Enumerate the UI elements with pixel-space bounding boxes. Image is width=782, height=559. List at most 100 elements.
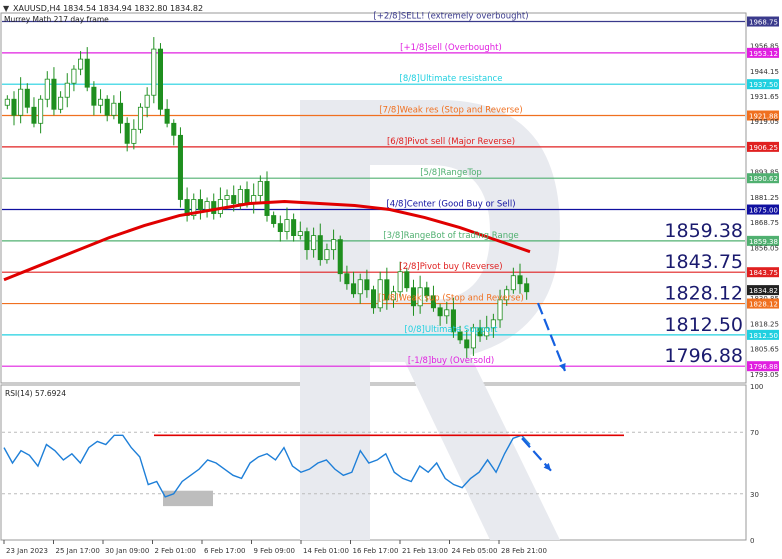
candle — [137, 106, 144, 130]
candle — [18, 88, 24, 116]
candle — [131, 128, 137, 144]
candle — [404, 271, 410, 289]
candle — [71, 68, 77, 84]
rsi-tick-label: 30 — [750, 491, 759, 499]
candle — [304, 231, 310, 251]
candle — [51, 78, 57, 110]
rsi-tick-label: 0 — [750, 537, 754, 545]
candle — [291, 219, 297, 237]
candle — [517, 275, 523, 285]
candle — [117, 102, 124, 124]
candle — [331, 239, 337, 251]
candle — [311, 235, 317, 251]
time-tick-label: 16 Feb 17:00 — [353, 547, 399, 555]
time-tick-label: 30 Jan 09:00 — [105, 547, 149, 555]
candle — [357, 279, 363, 295]
candle — [317, 235, 323, 261]
murrey-level-label: [2/8]Pivot buy (Reverse) — [399, 262, 502, 272]
candle — [364, 279, 370, 291]
chart-root: [+2/8]SELL! (extremely overbought) [+1/8]… — [0, 4, 779, 555]
candle — [324, 249, 330, 261]
candle — [217, 199, 223, 214]
rsi-panel-frame — [0, 384, 747, 541]
candle — [144, 94, 150, 108]
candle — [157, 48, 163, 110]
dropdown-triangle-icon[interactable]: ▼ — [3, 4, 10, 13]
candle — [231, 195, 237, 204]
price-tick-label: 1793.05 — [750, 371, 779, 379]
price-tick-label: 1890.62 — [749, 175, 778, 183]
time-tick-label: 28 Feb 21:00 — [501, 547, 547, 555]
chart-symbol-line: XAUUSD,H4 1834.54 1834.94 1832.80 1834.8… — [13, 4, 203, 13]
candle — [444, 309, 450, 317]
rsi-tick-label: 70 — [750, 429, 759, 437]
murrey-level-label: [+2/8]SELL! (extremely overbought) — [373, 12, 528, 22]
rsi-tick-label: 100 — [750, 383, 763, 391]
time-tick-label: 23 Jan 2023 — [6, 547, 48, 555]
candle — [58, 96, 64, 110]
level-big-label: 1828.12 — [664, 283, 743, 305]
price-tick-label: 1875.00 — [749, 207, 778, 215]
time-tick-label: 6 Feb 17:00 — [204, 547, 245, 555]
indicator-label: Murrey Math 217 day frame — [4, 15, 109, 24]
candle — [204, 201, 210, 210]
candle — [524, 283, 530, 293]
price-tick-label: 1937.50 — [749, 81, 778, 89]
candle — [237, 189, 243, 204]
candle — [151, 48, 157, 96]
candle — [244, 189, 250, 204]
price-tick-label: 1868.75 — [750, 219, 779, 227]
candle — [437, 307, 443, 317]
candle — [104, 98, 110, 116]
level-big-label: 1796.88 — [664, 345, 743, 367]
candle — [211, 201, 217, 214]
murrey-level-label: [-1/8]buy (Oversold) — [408, 356, 494, 366]
candle — [351, 283, 357, 295]
time-tick-label: 25 Jan 17:00 — [56, 547, 100, 555]
candle — [264, 181, 270, 216]
candle — [4, 98, 10, 106]
candle — [171, 122, 177, 136]
candle — [38, 98, 44, 124]
candle — [397, 271, 403, 293]
price-tick-label: 1818.25 — [750, 320, 779, 328]
level-big-label: 1859.38 — [664, 220, 743, 242]
murrey-level-label: [4/8]Center (Good Buy or Sell) — [386, 200, 515, 210]
price-tick-label: 1812.50 — [749, 332, 778, 340]
murrey-level-label: [+1/8]sell (Overbought) — [400, 43, 502, 53]
candle — [224, 195, 230, 200]
murrey-level-label: [1/8]Weak sup (Stop and Reverse) — [378, 294, 524, 304]
candle — [11, 98, 17, 116]
candle — [271, 215, 277, 224]
candle — [91, 86, 97, 106]
price-tick-label: 1919.05 — [750, 118, 779, 126]
price-tick-label: 1968.75 — [749, 19, 778, 27]
candle — [464, 339, 470, 349]
price-tick-label: 1828.12 — [749, 301, 778, 309]
candle — [164, 108, 170, 124]
rsi-label: RSI(14) 57.6924 — [5, 389, 66, 398]
price-tick-label: 1881.25 — [750, 194, 779, 202]
time-tick-label: 14 Feb 01:00 — [303, 547, 349, 555]
murrey-level-label: [0/8]Ultimate Support — [405, 325, 499, 335]
candle — [337, 239, 343, 275]
price-tick-label: 1805.65 — [750, 346, 779, 354]
murrey-level-label: [5/8]RangeTop — [420, 168, 482, 178]
candle — [84, 58, 90, 88]
murrey-level-label: [6/8]Pivot sell (Major Reverse) — [387, 137, 515, 147]
price-tick-label: 1931.65 — [750, 93, 779, 101]
price-tick-label: 1944.15 — [750, 68, 779, 76]
level-big-label: 1843.75 — [664, 251, 743, 273]
candle — [257, 181, 263, 196]
candle — [277, 223, 283, 232]
candle — [344, 273, 350, 285]
candle — [510, 275, 516, 291]
candle — [64, 82, 70, 98]
murrey-level-label: [3/8]RangeBot of trading Range — [383, 231, 518, 241]
murrey-level-label: [7/8]Weak res (Stop and Reverse) — [379, 106, 522, 116]
candle — [284, 219, 290, 232]
time-tick-label: 21 Feb 13:00 — [402, 547, 448, 555]
price-tick-label: 1856.05 — [750, 245, 779, 253]
candle — [371, 289, 377, 309]
candle — [297, 231, 303, 237]
